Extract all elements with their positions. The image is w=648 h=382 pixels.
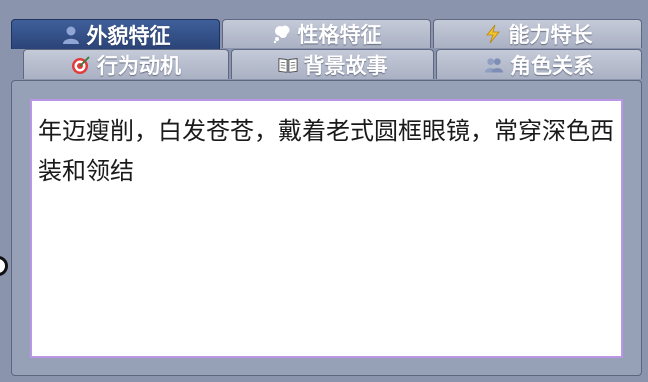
tab-label: 性格特征 [297, 23, 382, 47]
tab-label: 背景故事 [303, 53, 388, 78]
lightning-icon [483, 24, 503, 44]
tab-label: 外貌特征 [86, 23, 171, 48]
people-icon [484, 55, 504, 75]
target-icon [71, 55, 91, 75]
appearance-textarea[interactable]: 年迈瘦削，白发苍苍，戴着老式圆框眼镜，常穿深色西装和领结 [30, 99, 623, 358]
tab-label: 角色关系 [510, 53, 594, 78]
tab-appearance[interactable]: 外貌特征 [11, 19, 220, 49]
tab-relationships[interactable]: 角色关系 [436, 49, 642, 79]
tab-label: 行为动机 [97, 53, 181, 78]
thought-bubble-icon [272, 24, 292, 44]
tab-label: 能力特长 [508, 23, 593, 47]
tab-abilities[interactable]: 能力特长 [433, 19, 642, 48]
tab-motivation[interactable]: 行为动机 [23, 49, 229, 79]
tab-background-story[interactable]: 背景故事 [231, 49, 434, 79]
book-icon [277, 55, 298, 75]
edge-handle[interactable] [0, 256, 8, 276]
tab-personality[interactable]: 性格特征 [222, 19, 431, 48]
person-icon [61, 25, 81, 45]
